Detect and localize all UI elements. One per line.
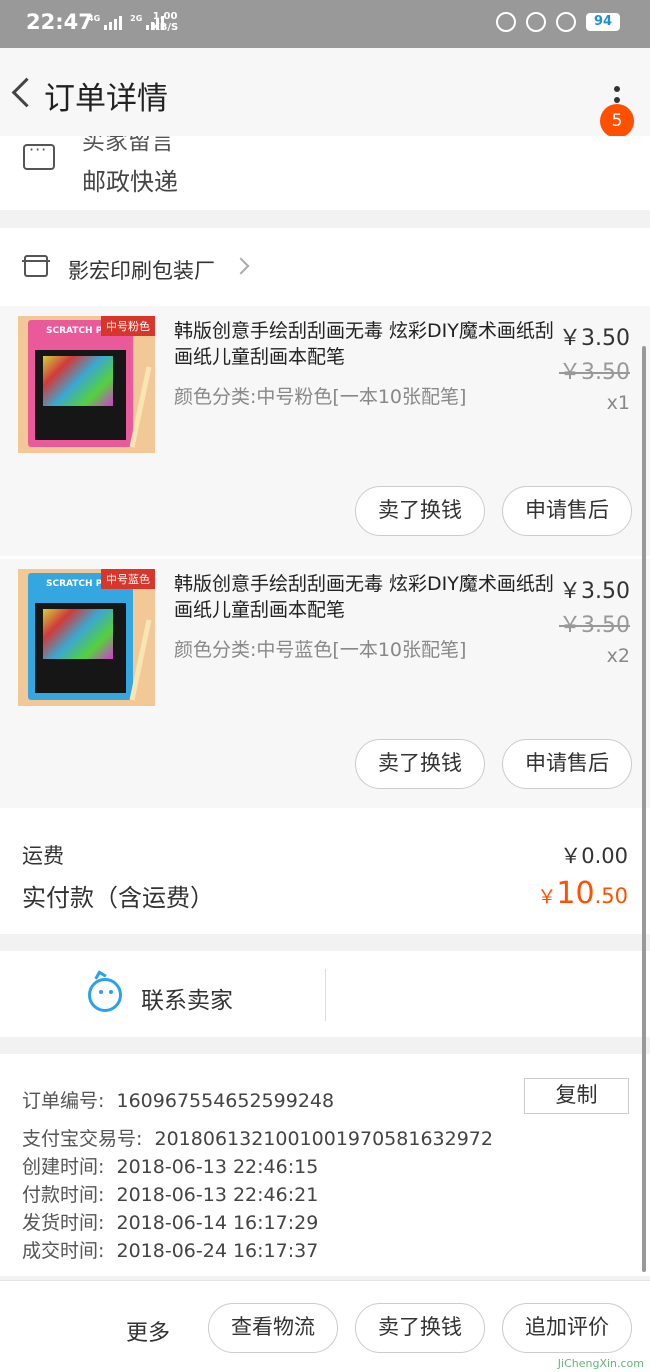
- sell-for-cash-button[interactable]: 卖了换钱: [355, 739, 485, 789]
- product-thumbnail[interactable]: SCRATCH PAPER 中号蓝色: [18, 569, 155, 706]
- paid-decimal: .50: [594, 884, 628, 908]
- shop-card: 影宏印刷包装厂 SCRATCH PAPER 中号粉色 韩版创意手绘刮刮画无毒 炫…: [0, 228, 650, 809]
- thumbnail-tag: 中号蓝色: [101, 569, 155, 589]
- buyer-message-card: 买家留言 邮政快递: [0, 136, 650, 210]
- fee-summary: 运费 ￥0.00 实付款（含运费） ￥10.50: [0, 808, 650, 934]
- info-value: 2018-06-14 16:17:29: [116, 1212, 319, 1234]
- paid-time-row: 付款时间: 2018-06-13 22:46:21: [22, 1180, 318, 1207]
- watermark: JiChengXin.com: [557, 1357, 644, 1370]
- status-time: 22:47: [26, 10, 93, 34]
- completed-time-row: 成交时间: 2018-06-24 16:17:37: [22, 1236, 318, 1263]
- info-key: 创建时间:: [22, 1156, 105, 1178]
- info-value: 160967554652599248: [116, 1090, 335, 1112]
- view-logistics-button[interactable]: 查看物流: [208, 1303, 338, 1353]
- battery-icon: 94: [586, 13, 620, 31]
- after-sale-button[interactable]: 申请售后: [502, 739, 632, 789]
- product-sku: 颜色分类:中号蓝色[一本10张配笔]: [174, 639, 467, 661]
- sell-for-cash-button[interactable]: 卖了换钱: [355, 486, 485, 536]
- product-thumbnail[interactable]: SCRATCH PAPER 中号粉色: [18, 316, 155, 453]
- add-review-button[interactable]: 追加评价: [502, 1303, 632, 1353]
- paid-label: 实付款（含运费）: [22, 884, 214, 912]
- order-item[interactable]: SCRATCH PAPER 中号蓝色 韩版创意手绘刮刮画无毒 炫彩DIY魔术画纸…: [0, 559, 650, 809]
- paid-currency: ￥: [537, 886, 557, 908]
- shop-name[interactable]: 影宏印刷包装厂: [68, 255, 215, 285]
- paid-integer: 10: [556, 876, 595, 911]
- contact-seller-button[interactable]: 联系卖家: [141, 981, 233, 1015]
- info-value: 2018-06-13 22:46:21: [116, 1184, 319, 1206]
- notification-badge: 5: [600, 104, 634, 138]
- more-button[interactable]: 更多: [126, 1315, 170, 1347]
- info-key: 发货时间:: [22, 1212, 105, 1234]
- copy-button[interactable]: 复制: [524, 1078, 629, 1114]
- network-speed-unit: KB/S: [152, 22, 179, 33]
- network-speed: 1.00 KB/S: [152, 11, 178, 33]
- contact-card: 联系卖家: [0, 951, 650, 1037]
- created-time-row: 创建时间: 2018-06-13 22:46:15: [22, 1152, 318, 1179]
- order-item[interactable]: SCRATCH PAPER 中号粉色 韩版创意手绘刮刮画无毒 炫彩DIY魔术画纸…: [0, 306, 650, 556]
- after-sale-button[interactable]: 申请售后: [502, 486, 632, 536]
- chevron-right-icon[interactable]: [232, 257, 250, 275]
- product-name[interactable]: 韩版创意手绘刮刮画无毒 炫彩DIY魔术画纸刮画纸儿童刮画本配笔: [174, 571, 554, 623]
- product-sku: 颜色分类:中号粉色[一本10张配笔]: [174, 386, 467, 408]
- product-price: ￥3.50: [559, 326, 630, 351]
- chat-bubble-icon[interactable]: [88, 978, 122, 1012]
- buyer-message-text: 邮政快递: [82, 168, 178, 196]
- alarm-icon: [556, 12, 576, 32]
- product-quantity: x2: [606, 645, 630, 667]
- bottom-action-bar: 更多 查看物流 卖了换钱 追加评价 JiChengXin.com: [0, 1280, 650, 1372]
- info-value: 2018-06-13 22:46:15: [116, 1156, 319, 1178]
- info-key: 订单编号:: [22, 1090, 105, 1112]
- buyer-message-title: 买家留言: [82, 136, 174, 155]
- shipping-label: 运费: [22, 844, 64, 868]
- product-original-price: ￥3.50: [559, 360, 630, 385]
- status-bar: 22:47 4G 2G 1.00 KB/S 94: [0, 0, 650, 48]
- product-original-price: ￥3.50: [559, 613, 630, 638]
- product-name[interactable]: 韩版创意手绘刮刮画无毒 炫彩DIY魔术画纸刮画纸儿童刮画本配笔: [174, 318, 554, 370]
- status-icons: 94: [496, 12, 620, 32]
- info-value: 2018061321001001970581632972: [154, 1128, 493, 1150]
- vibrate-icon: [496, 12, 516, 32]
- shop-icon: [22, 255, 50, 277]
- shipped-time-row: 发货时间: 2018-06-14 16:17:29: [22, 1208, 318, 1235]
- info-key: 支付宝交易号:: [22, 1128, 143, 1150]
- sell-for-cash-button[interactable]: 卖了换钱: [355, 1303, 485, 1353]
- info-value: 2018-06-24 16:17:37: [116, 1240, 319, 1262]
- scrollbar[interactable]: [642, 346, 646, 1272]
- network-speed-value: 1.00: [152, 11, 178, 22]
- order-number-row: 订单编号: 160967554652599248: [22, 1086, 334, 1113]
- message-icon: [23, 140, 55, 170]
- divider: [325, 969, 326, 1021]
- network-type-1: 4G: [88, 14, 101, 23]
- product-quantity: x1: [606, 392, 630, 414]
- back-icon[interactable]: [10, 72, 40, 112]
- page-title: 订单详情: [44, 81, 168, 117]
- product-price: ￥3.50: [559, 579, 630, 604]
- alipay-number-row: 支付宝交易号: 2018061321001001970581632972: [22, 1124, 493, 1151]
- paid-amount: ￥10.50: [537, 876, 628, 911]
- info-key: 成交时间:: [22, 1240, 105, 1262]
- network-type-2: 2G: [130, 14, 143, 23]
- shipping-value: ￥0.00: [560, 844, 628, 868]
- info-key: 付款时间:: [22, 1184, 105, 1206]
- top-bar: 订单详情 5: [0, 48, 650, 138]
- thumbnail-tag: 中号粉色: [101, 316, 155, 336]
- signal-icon: 4G: [88, 14, 123, 30]
- order-info-card: 订单编号: 160967554652599248 复制 支付宝交易号: 2018…: [0, 1054, 650, 1276]
- lock-rotation-icon: [526, 12, 546, 32]
